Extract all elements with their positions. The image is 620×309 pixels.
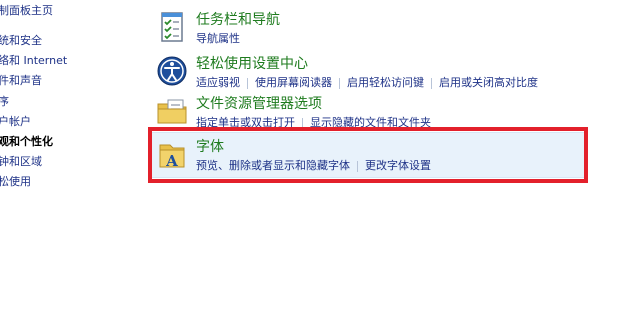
sidebar: 制面板主页 统和安全 络和 Internet 件和声音 序 户帐户 观和个性化 …	[0, 0, 140, 309]
category-title[interactable]: 任务栏和导航	[196, 9, 280, 29]
separator	[247, 77, 248, 89]
separator	[431, 77, 432, 89]
link-high-contrast[interactable]: 启用或关闭高对比度	[439, 76, 538, 89]
sidebar-item-network-internet[interactable]: 络和 Internet	[0, 54, 67, 68]
category-links: 适应弱视 使用屏幕阅读器 启用轻松访问键 启用或关闭高对比度	[196, 74, 538, 90]
folder-options-icon	[157, 99, 187, 124]
category-title[interactable]: 文件资源管理器选项	[196, 93, 322, 113]
separator	[339, 77, 340, 89]
sidebar-item-user-accounts[interactable]: 户帐户	[0, 115, 31, 129]
taskbar-checklist-icon	[161, 12, 183, 42]
sidebar-item-system-security[interactable]: 统和安全	[0, 34, 42, 48]
ease-of-access-icon	[157, 56, 187, 86]
link-low-vision[interactable]: 适应弱视	[196, 76, 240, 89]
category-file-explorer-options: 文件资源管理器选项 指定单击或双击打开 显示隐藏的文件和文件夹	[150, 92, 610, 132]
category-ease-of-access-center: 轻松使用设置中心 适应弱视 使用屏幕阅读器 启用轻松访问键 启用或关闭高对比度	[150, 52, 610, 92]
link-navigation-properties[interactable]: 导航属性	[196, 32, 240, 45]
sidebar-item-ease-of-access[interactable]: 松使用	[0, 175, 31, 189]
sidebar-item-clock-region[interactable]: 钟和区域	[0, 155, 42, 169]
category-taskbar-navigation: 任务栏和导航 导航属性	[150, 8, 610, 48]
sidebar-item-programs[interactable]: 序	[0, 95, 9, 109]
link-screen-reader[interactable]: 使用屏幕阅读器	[255, 76, 332, 89]
category-title[interactable]: 轻松使用设置中心	[196, 53, 308, 73]
sidebar-item-control-panel-home[interactable]: 制面板主页	[0, 4, 53, 18]
annotation-highlight-box	[148, 127, 588, 183]
link-accessibility-keys[interactable]: 启用轻松访问键	[347, 76, 424, 89]
sidebar-item-hardware-sound[interactable]: 件和声音	[0, 74, 42, 88]
category-links: 导航属性	[196, 30, 240, 46]
sidebar-item-appearance-personalization: 观和个性化	[0, 135, 53, 148]
